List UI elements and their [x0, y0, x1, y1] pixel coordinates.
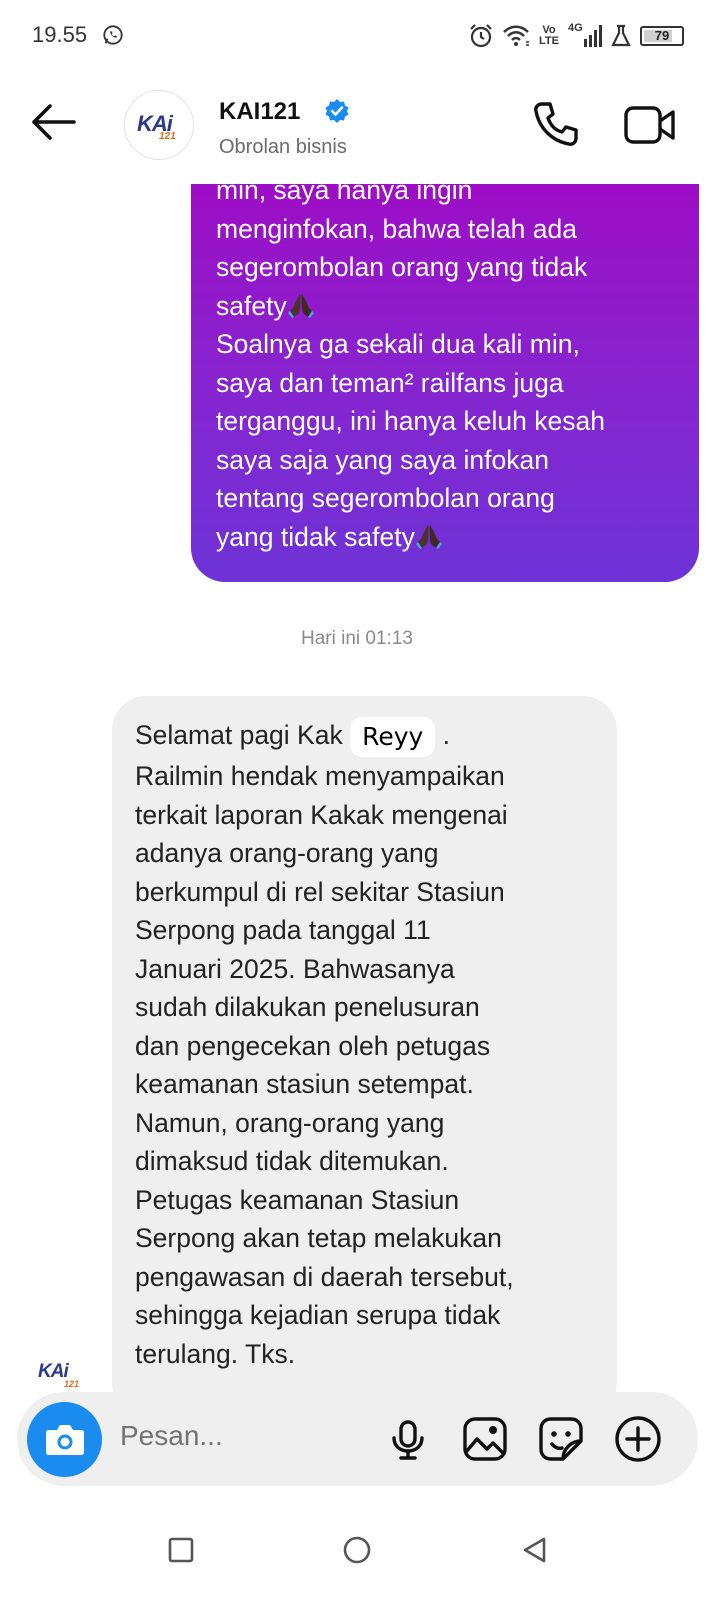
- message-line: pengawasan di daerah tersebut,: [135, 1261, 514, 1292]
- message-line: saya saja yang saya infokan: [216, 444, 549, 475]
- message-line: keamanan stasiun setempat.: [135, 1069, 474, 1099]
- outgoing-message-bubble[interactable]: min, saya hanya ingin menginfokan, bahwa…: [191, 150, 699, 582]
- voice-call-button[interactable]: [532, 100, 580, 148]
- chat-header: KAi 121 KAI121 Obrolan bisnis: [0, 72, 714, 184]
- message-timestamp: Hari ini 01:13: [301, 628, 413, 649]
- message-line: Selamat pagi Kak Reyy .: [135, 716, 597, 757]
- message-line: Namun, orang-orang yang: [135, 1107, 445, 1138]
- message-line: Railmin hendak menyampaikan: [135, 761, 505, 791]
- message-line: terkait laporan Kakak mengenai: [135, 799, 508, 830]
- greeting-suffix: .: [435, 720, 451, 750]
- battery-icon: 79: [640, 26, 684, 46]
- message-text: safety: [216, 290, 287, 321]
- message-line: terganggu, ini hanya keluh kesah: [216, 406, 605, 436]
- sticker-button[interactable]: [536, 1414, 586, 1464]
- message-line: yang tidak safety: [216, 518, 675, 557]
- microphone-icon: [392, 1420, 424, 1460]
- status-bar: 19.55 Vo LTE 4G 79: [0, 0, 714, 72]
- message-line: safety: [216, 287, 675, 326]
- wifi-icon: [502, 24, 530, 48]
- recents-button[interactable]: [166, 1535, 196, 1565]
- message-line: saya dan teman² railfans juga: [216, 367, 564, 398]
- status-icons: Vo LTE 4G 79: [468, 22, 684, 50]
- status-time: 19.55: [32, 22, 88, 47]
- message-line: Januari 2025. Bahwasanya: [135, 953, 455, 984]
- home-circle-icon: [343, 1536, 371, 1564]
- volte-icon: Vo LTE: [539, 24, 559, 47]
- message-line: Soalnya ga sekali dua kali min,: [216, 329, 580, 359]
- message-line: tentang segerombolan orang: [216, 483, 555, 513]
- back-triangle-icon: [523, 1537, 546, 1563]
- incoming-message-bubble[interactable]: Selamat pagi Kak Reyy . Railmin hendak m…: [112, 696, 617, 1416]
- folded-hands-icon: [287, 291, 315, 319]
- message-line: dan pengecekan oleh petugas: [135, 1030, 491, 1061]
- alarm-icon: [468, 23, 494, 49]
- back-arrow-icon: [32, 104, 76, 140]
- camera-icon: [46, 1425, 84, 1455]
- message-line: segerombolan orang yang tidak: [216, 252, 588, 282]
- video-camera-icon: [624, 106, 675, 144]
- more-options-button[interactable]: [613, 1414, 663, 1464]
- back-button[interactable]: [30, 102, 82, 142]
- contact-avatar[interactable]: KAi 121: [124, 90, 194, 160]
- whatsapp-icon: [102, 24, 124, 46]
- message-input[interactable]: [120, 1420, 360, 1452]
- message-line: sehingga kejadian serupa tidak: [135, 1300, 501, 1330]
- contact-name[interactable]: KAI121: [219, 98, 300, 126]
- gallery-icon: [463, 1417, 507, 1461]
- message-line: sudah dilakukan penelusuran: [135, 992, 480, 1022]
- message-composer: [17, 1392, 698, 1486]
- message-line: dimaksud tidak ditemukan.: [135, 1146, 449, 1176]
- recents-square-icon: [168, 1537, 194, 1563]
- camera-button[interactable]: [27, 1402, 102, 1477]
- verified-badge-icon: [324, 98, 350, 124]
- message-line: berkumpul di rel sekitar Stasiun: [135, 876, 505, 907]
- home-button[interactable]: [342, 1535, 372, 1565]
- message-line: Serpong pada tanggal 11: [135, 915, 431, 945]
- plus-icon: [615, 1416, 661, 1462]
- lab-icon: [610, 24, 632, 48]
- microphone-button[interactable]: [383, 1414, 433, 1464]
- message-line: menginfokan, bahwa telah ada: [216, 213, 577, 244]
- phone-icon: [534, 102, 578, 146]
- system-nav-bar: [0, 1499, 714, 1599]
- message-line: terulang. Tks.: [135, 1338, 296, 1369]
- kai-logo-sub: 121: [159, 131, 176, 142]
- sender-avatar[interactable]: KAi 121: [34, 1357, 92, 1397]
- message-line: Serpong akan tetap melakukan: [135, 1223, 502, 1253]
- kai-logo-sub: 121: [64, 1379, 80, 1389]
- gallery-button[interactable]: [460, 1414, 510, 1464]
- message-text: yang tidak safety: [216, 521, 415, 552]
- contact-subtitle: Obrolan bisnis: [219, 136, 347, 158]
- nav-back-button[interactable]: [520, 1535, 550, 1565]
- greeting-text: Selamat pagi Kak: [135, 720, 351, 750]
- sticker-icon: [539, 1417, 583, 1461]
- folded-hands-icon: [415, 522, 443, 550]
- message-line: adanya orang-orang yang: [135, 838, 439, 868]
- signal-icon: 4G: [568, 23, 602, 49]
- recipient-name: Reyy: [350, 717, 436, 757]
- battery-level: 79: [654, 28, 670, 43]
- message-line: Petugas keamanan Stasiun: [135, 1184, 460, 1215]
- video-call-button[interactable]: [624, 104, 676, 146]
